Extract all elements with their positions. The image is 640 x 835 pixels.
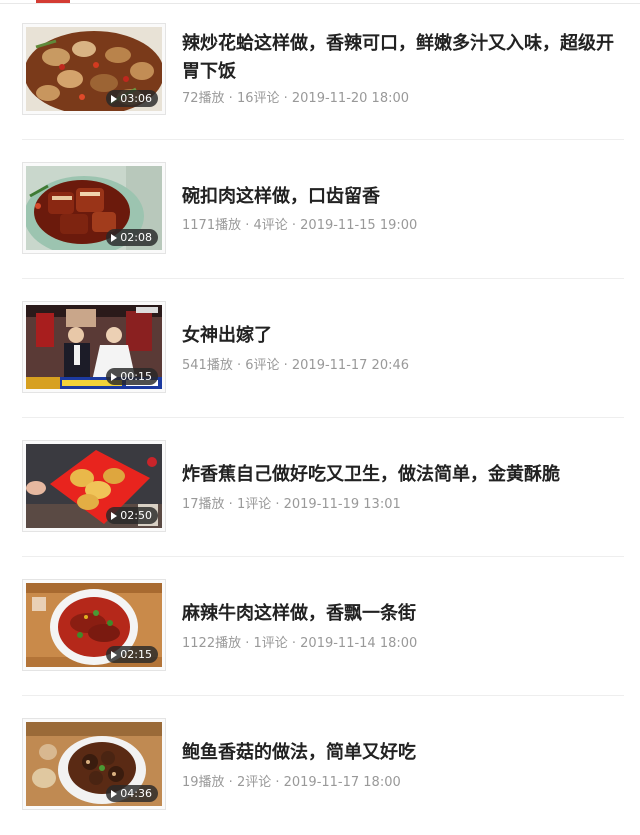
video-title[interactable]: 碗扣肉这样做，口齿留香 xyxy=(182,183,628,211)
duration-text: 04:36 xyxy=(120,787,152,800)
video-meta: 541播放 · 6评论 · 2019-11-17 20:46 xyxy=(182,358,410,373)
duration-text: 02:15 xyxy=(120,648,152,661)
video-meta: 19播放 · 2评论 · 2019-11-17 18:00 xyxy=(182,775,401,790)
duration-text: 00:15 xyxy=(120,370,152,383)
video-title[interactable]: 鲍鱼香菇的做法，简单又好吃 xyxy=(182,739,628,767)
video-thumbnail[interactable]: 03:06 xyxy=(22,23,166,115)
duration-badge: 04:36 xyxy=(106,785,158,802)
video-list-item[interactable]: 02:15 麻辣牛肉这样做，香飘一条街 1122播放 · 1评论 · 2019-… xyxy=(0,556,640,696)
video-meta: 1171播放 · 4评论 · 2019-11-15 19:00 xyxy=(182,218,418,233)
video-thumbnail[interactable]: 04:36 xyxy=(22,718,166,810)
duration-text: 02:08 xyxy=(120,231,152,244)
duration-badge: 02:50 xyxy=(106,507,158,524)
duration-text: 03:06 xyxy=(120,92,152,105)
video-title[interactable]: 辣炒花蛤这样做，香辣可口，鲜嫩多汁又入味，超级开胃下饭 xyxy=(182,30,628,86)
video-title[interactable]: 炸香蕉自己做好吃又卫生，做法简单，金黄酥脆 xyxy=(182,461,628,489)
duration-badge: 00:15 xyxy=(106,368,158,385)
video-meta: 1122播放 · 1评论 · 2019-11-14 18:00 xyxy=(182,636,418,651)
video-thumbnail[interactable]: 02:08 xyxy=(22,162,166,254)
video-list-item[interactable]: 02:50 炸香蕉自己做好吃又卫生，做法简单，金黄酥脆 17播放 · 1评论 ·… xyxy=(0,417,640,557)
play-icon xyxy=(111,233,118,242)
video-list-item[interactable]: 03:06 辣炒花蛤这样做，香辣可口，鲜嫩多汁又入味，超级开胃下饭 72播放 ·… xyxy=(0,0,640,140)
play-icon xyxy=(111,511,118,520)
duration-badge: 02:15 xyxy=(106,646,158,663)
play-icon xyxy=(111,650,118,659)
duration-badge: 02:08 xyxy=(106,229,158,246)
video-list-item[interactable]: 00:15 女神出嫁了 541播放 · 6评论 · 2019-11-17 20:… xyxy=(0,278,640,418)
play-icon xyxy=(111,789,118,798)
video-title[interactable]: 麻辣牛肉这样做，香飘一条街 xyxy=(182,600,628,628)
video-meta: 72播放 · 16评论 · 2019-11-20 18:00 xyxy=(182,91,410,106)
video-meta: 17播放 · 1评论 · 2019-11-19 13:01 xyxy=(182,497,401,512)
duration-text: 02:50 xyxy=(120,509,152,522)
video-thumbnail[interactable]: 02:50 xyxy=(22,440,166,532)
video-list-item[interactable]: 02:08 碗扣肉这样做，口齿留香 1171播放 · 4评论 · 2019-11… xyxy=(0,139,640,279)
video-list-item[interactable]: 04:36 鲍鱼香菇的做法，简单又好吃 19播放 · 2评论 · 2019-11… xyxy=(0,695,640,835)
play-icon xyxy=(111,94,118,103)
duration-badge: 03:06 xyxy=(106,90,158,107)
play-icon xyxy=(111,372,118,381)
video-thumbnail[interactable]: 00:15 xyxy=(22,301,166,393)
video-title[interactable]: 女神出嫁了 xyxy=(182,322,628,350)
video-thumbnail[interactable]: 02:15 xyxy=(22,579,166,671)
